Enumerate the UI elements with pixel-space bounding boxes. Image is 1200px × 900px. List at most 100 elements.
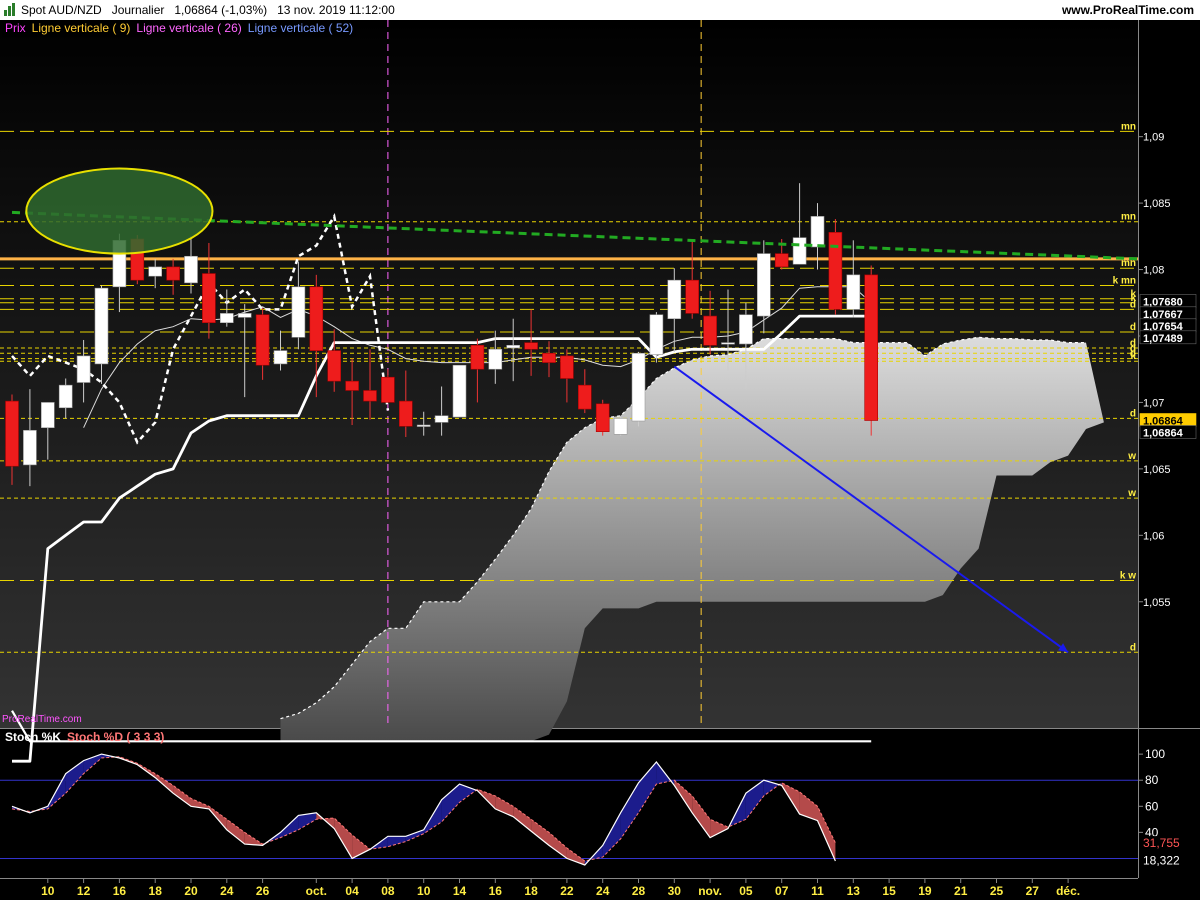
x-tick-label-15: 24 xyxy=(596,884,610,898)
y-tick-label-4: 1,07 xyxy=(1143,397,1164,409)
x-tick-label-6: 26 xyxy=(256,884,270,898)
candle-body-46 xyxy=(828,232,843,310)
candle-body-15 xyxy=(273,350,288,365)
price-chart: mnmnmnk mnkkdddddkdwwk wd 1,091,0851,081… xyxy=(0,20,1200,900)
candle-body-38 xyxy=(685,279,700,314)
stoch-y-tick-label-2: 60 xyxy=(1145,799,1159,813)
x-tick-label-23: 15 xyxy=(882,884,896,898)
level-label-1: mn xyxy=(1121,212,1136,223)
legend-item-vertical-52[interactable]: Ligne verticale ( 52) xyxy=(245,20,356,37)
candle-body-40 xyxy=(721,342,735,345)
candle-body-16 xyxy=(291,286,306,338)
candle-body-21 xyxy=(381,376,395,403)
bar-chart-icon xyxy=(4,3,15,16)
x-tick-label-3: 18 xyxy=(149,884,163,898)
y-tick-label-5: 1,065 xyxy=(1143,464,1171,476)
candle-body-42 xyxy=(756,253,771,317)
legend-item-stoch-k[interactable]: Stoch %K xyxy=(2,729,64,745)
chart-title: Spot AUD/NZD Journalier 1,06864 (-1,03%)… xyxy=(21,3,395,17)
candle-body-17 xyxy=(309,286,324,351)
level-label-14: w xyxy=(1127,488,1136,499)
indicator-legend: Prix Ligne verticale ( 9) Ligne vertical… xyxy=(2,20,357,37)
legend-item-vertical-9[interactable]: Ligne verticale ( 9) xyxy=(29,20,134,37)
candle-body-36 xyxy=(649,314,664,355)
x-tick-label-13: 18 xyxy=(524,884,538,898)
candle-body-11 xyxy=(202,273,216,324)
x-tick-label-4: 20 xyxy=(184,884,198,898)
x-tick-label-28: déc. xyxy=(1056,884,1080,898)
level-label-7: d xyxy=(1130,322,1136,333)
legend-item-vertical-26[interactable]: Ligne verticale ( 26) xyxy=(133,20,244,37)
x-tick-label-16: 28 xyxy=(632,884,646,898)
title-bar: Spot AUD/NZD Journalier 1,06864 (-1,03%)… xyxy=(0,0,1200,20)
level-label-13: w xyxy=(1127,451,1136,462)
candle-body-41 xyxy=(739,314,753,345)
candle-body-30 xyxy=(542,352,556,363)
x-tick-label-27: 27 xyxy=(1026,884,1040,898)
candle-body-25 xyxy=(452,364,467,418)
x-tick-label-2: 16 xyxy=(113,884,127,898)
y-tick-label-1: 1,085 xyxy=(1143,198,1171,210)
candle-body-28 xyxy=(506,344,521,349)
candle-body-33 xyxy=(595,403,610,432)
candle-body-48 xyxy=(864,274,879,421)
x-tick-label-11: 14 xyxy=(453,884,467,898)
x-tick-label-8: 04 xyxy=(345,884,359,898)
candle-body-26 xyxy=(470,344,485,370)
candle-body-39 xyxy=(703,315,717,346)
candle-body-34 xyxy=(613,418,628,435)
price-axis-bg xyxy=(1138,20,1200,900)
x-tick-label-26: 25 xyxy=(990,884,1004,898)
candle-body-35 xyxy=(631,352,646,422)
candle-body-44 xyxy=(792,237,807,265)
website-label: www.ProRealTime.com xyxy=(1061,3,1194,17)
candle-body-14 xyxy=(255,314,270,366)
y-tick-label-6: 1,06 xyxy=(1143,530,1164,542)
candle-body-23 xyxy=(416,424,431,427)
level-label-6: d xyxy=(1130,299,1136,310)
y-tick-label-0: 1,09 xyxy=(1143,132,1164,144)
candle-body-13 xyxy=(237,313,252,318)
level-label-11: k xyxy=(1130,351,1136,362)
candle-body-27 xyxy=(488,348,503,370)
legend-item-prix[interactable]: Prix xyxy=(2,20,29,37)
stoch-legend: Stoch %K Stoch %D ( 3 3 3) xyxy=(2,729,167,745)
level-label-0: mn xyxy=(1121,121,1136,132)
price-label-3: 1,07489 xyxy=(1143,333,1183,345)
candle-body-1 xyxy=(23,430,37,466)
x-tick-label-14: 22 xyxy=(560,884,574,898)
stoch-value-label-0: 31,755 xyxy=(1143,836,1180,850)
x-tick-label-19: 05 xyxy=(739,884,753,898)
x-tick-label-9: 08 xyxy=(381,884,395,898)
x-tick-label-18: nov. xyxy=(698,884,722,898)
candle-body-47 xyxy=(846,274,861,310)
stoch-y-tick-label-0: 100 xyxy=(1145,747,1165,761)
x-tick-label-0: 10 xyxy=(41,884,55,898)
candle-body-37 xyxy=(667,279,682,320)
candle-body-0 xyxy=(5,400,19,467)
candle-body-31 xyxy=(560,355,574,379)
candle-body-45 xyxy=(810,216,825,248)
candle-body-12 xyxy=(220,313,234,324)
stoch-y-tick-label-1: 80 xyxy=(1145,773,1159,787)
candle-body-19 xyxy=(345,380,359,391)
candle-body-2 xyxy=(40,402,55,428)
candle-body-5 xyxy=(94,287,109,365)
x-tick-label-5: 24 xyxy=(220,884,234,898)
candle-body-22 xyxy=(398,400,413,427)
y-tick-label-2: 1,08 xyxy=(1143,265,1164,277)
x-tick-label-25: 21 xyxy=(954,884,968,898)
level-label-16: d xyxy=(1130,642,1136,653)
candle-body-29 xyxy=(524,342,538,350)
candle-body-3 xyxy=(58,384,73,409)
candle-body-8 xyxy=(148,266,162,277)
level-label-3: k mn xyxy=(1113,275,1136,286)
candle-body-24 xyxy=(434,415,449,423)
legend-item-stoch-d[interactable]: Stoch %D ( 3 3 3) xyxy=(64,729,167,745)
stoch-value-label-1: 18,322 xyxy=(1143,854,1180,868)
x-tick-label-22: 13 xyxy=(847,884,861,898)
x-tick-label-17: 30 xyxy=(668,884,682,898)
level-label-15: k w xyxy=(1120,570,1136,581)
candle-body-32 xyxy=(577,384,592,410)
x-tick-label-1: 12 xyxy=(77,884,91,898)
